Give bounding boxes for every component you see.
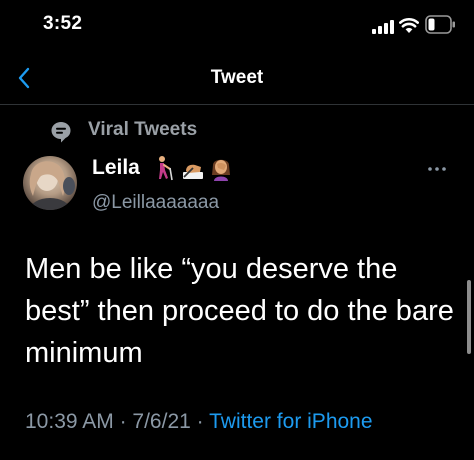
woman-facepalming-emoji [212,159,230,181]
writing-hand-emoji [183,164,203,179]
chat-bubble-icon [51,122,71,143]
tweet-source-link[interactable]: Twitter for iPhone [209,410,372,433]
page-title: Tweet [210,67,264,88]
signal-icon [372,20,394,34]
person-with-cane-emoji [159,156,173,181]
tweet-meta: 10:39 AM · 7/6/21 · Twitter for iPhone [25,410,373,444]
tweet-text: Men be like “you deserve the best” then … [25,253,454,369]
status-time: 3:52 [43,13,83,34]
status-bar: 3:52 [0,0,474,52]
avatar[interactable] [23,156,77,210]
meta-separator: · [119,410,127,433]
author-handle[interactable]: @Leillaaaaaaa [92,192,219,214]
author-name[interactable]: Leila [92,156,140,180]
wifi-icon [399,18,419,33]
navigation-bar: Tweet [0,52,474,105]
tweet-time: 10:39 AM [25,410,114,433]
context-label: Viral Tweets [88,119,198,140]
more-options-icon[interactable] [426,164,448,174]
tweet-date: 7/6/21 [132,410,191,433]
scrollbar[interactable] [467,280,471,354]
avatar-image [29,161,75,210]
meta-separator: · [196,410,204,433]
battery-icon [425,15,455,34]
tweet-detail-screen: 3:52 Tweet Viral Tweets Leila @Leillaaaa… [0,0,474,460]
